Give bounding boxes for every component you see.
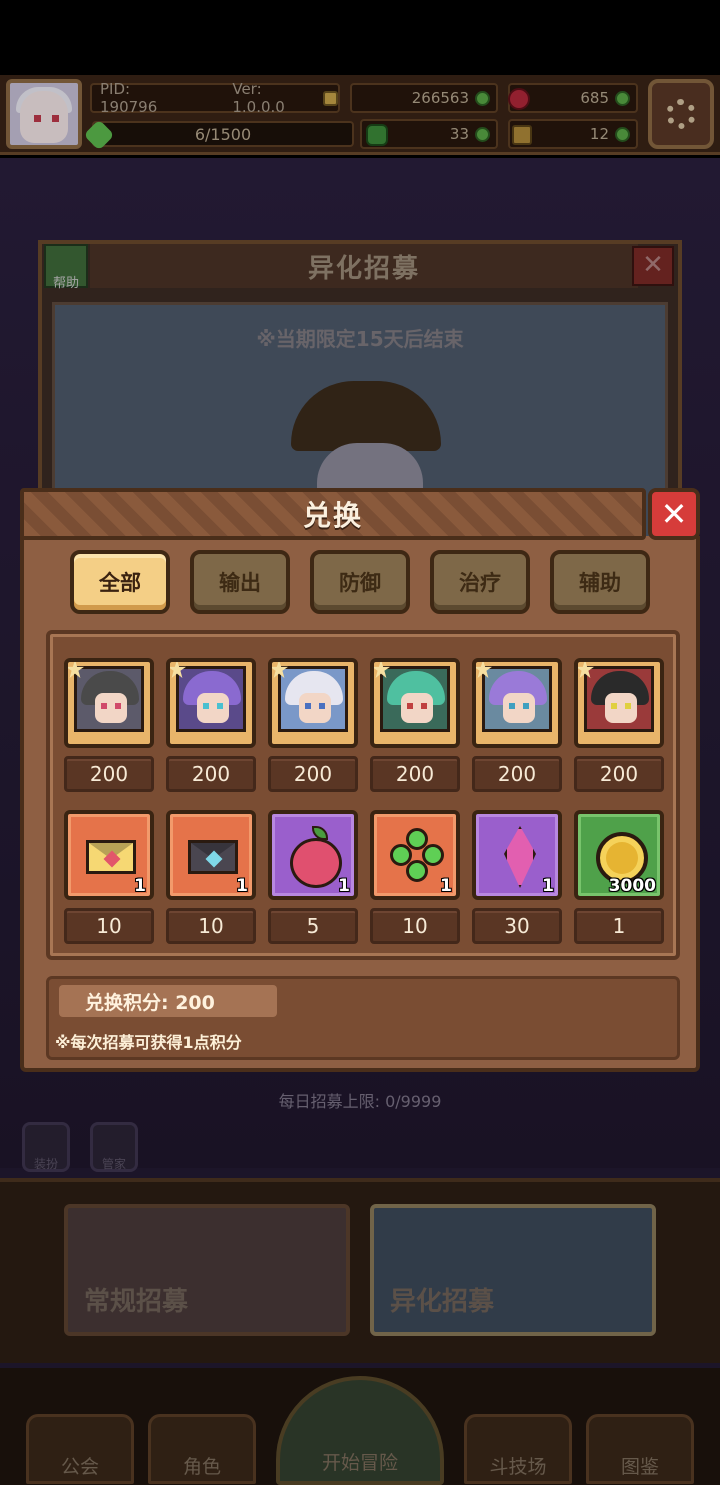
item-price: 30 — [472, 908, 562, 944]
hero-portrait — [380, 666, 450, 732]
hero-price: 200 — [166, 756, 256, 792]
hero-face — [299, 693, 331, 723]
heart-icon — [205, 850, 223, 868]
hero-price: 200 — [574, 756, 664, 792]
close-button[interactable]: ✕ — [648, 488, 700, 540]
hero-eye — [305, 703, 311, 709]
hero-portrait-frame — [166, 658, 256, 748]
hero-face — [503, 693, 535, 723]
hero-eye — [203, 703, 209, 709]
hero-portrait-frame — [64, 658, 154, 748]
hero-portrait-frame — [574, 658, 664, 748]
exchange-body: 全部 输出 防御 治疗 辅助 1 10 1 10 1 5 1 10 1 30 3… — [20, 536, 700, 1072]
item-price: 10 — [370, 908, 460, 944]
item-price: 5 — [268, 908, 358, 944]
hero-portrait — [176, 666, 246, 732]
yellow-envelope-slot: 1 — [64, 810, 154, 900]
exchange-header: 兑换 — [20, 488, 646, 540]
heart-icon — [103, 850, 121, 868]
purple-crystal-icon — [504, 826, 536, 888]
hero-face — [401, 693, 433, 723]
tab-defense[interactable]: 防御 — [310, 550, 410, 614]
item-quantity: 1 — [338, 876, 350, 896]
tab-damage[interactable]: 输出 — [190, 550, 290, 614]
hero-eye — [523, 703, 529, 709]
item-price: 10 — [166, 908, 256, 944]
item-quantity: 3000 — [608, 876, 656, 896]
peach-fruit-slot: 1 — [268, 810, 358, 900]
hero-portrait-frame — [268, 658, 358, 748]
hero-eye — [115, 703, 121, 709]
hero-portrait-frame — [370, 658, 460, 748]
item-price: 1 — [574, 908, 664, 944]
yellow-envelope-icon — [86, 840, 136, 874]
hero-portrait-frame — [472, 658, 562, 748]
hero-eye — [319, 703, 325, 709]
clover-slot: 1 — [370, 810, 460, 900]
close-icon: ✕ — [660, 495, 688, 533]
hero-portrait — [74, 666, 144, 732]
hero-eye — [217, 703, 223, 709]
hero-eye — [101, 703, 107, 709]
exchange-grid: 1 10 1 10 1 5 1 10 1 30 3000 1 200 200 2… — [46, 630, 680, 960]
tab-all[interactable]: 全部 — [70, 550, 170, 614]
hero-face — [197, 693, 229, 723]
hero-price: 200 — [64, 756, 154, 792]
hero-portrait — [278, 666, 348, 732]
hero-eye — [625, 703, 631, 709]
hero-portrait — [584, 666, 654, 732]
gold-coin-slot: 3000 — [574, 810, 664, 900]
clover-leaf — [406, 860, 428, 882]
status-bar — [0, 0, 720, 75]
item-quantity: 1 — [542, 876, 554, 896]
hero-eye — [407, 703, 413, 709]
hero-portrait — [482, 666, 552, 732]
item-price: 10 — [64, 908, 154, 944]
item-quantity: 1 — [236, 876, 248, 896]
tab-support[interactable]: 辅助 — [550, 550, 650, 614]
exchange-title: 兑换 — [302, 499, 363, 532]
item-quantity: 1 — [440, 876, 452, 896]
points-note: ※每次招募可获得1点积分 — [55, 1033, 242, 1052]
hero-eye — [611, 703, 617, 709]
hero-face — [95, 693, 127, 723]
hero-eye — [421, 703, 427, 709]
dark-envelope-icon — [188, 840, 238, 874]
item-quantity: 1 — [134, 876, 146, 896]
clover-leaf — [422, 844, 444, 866]
crystal-slot: 1 — [472, 810, 562, 900]
hero-eye — [509, 703, 515, 709]
hero-price: 200 — [472, 756, 562, 792]
dark-envelope-slot: 1 — [166, 810, 256, 900]
hero-price: 200 — [268, 756, 358, 792]
tab-healing[interactable]: 治疗 — [430, 550, 530, 614]
exchange-points-panel: 兑换积分: 200 ※每次招募可获得1点积分 — [46, 976, 680, 1060]
exchange-points: 兑换积分: 200 — [59, 985, 277, 1017]
filter-tabs: 全部 输出 防御 治疗 辅助 — [70, 550, 660, 614]
hero-price: 200 — [370, 756, 460, 792]
peach-fruit-icon — [290, 838, 342, 888]
hero-face — [605, 693, 637, 723]
exchange-dialog: 全部 输出 防御 治疗 辅助 1 10 1 10 1 5 1 10 1 30 3… — [20, 488, 700, 1072]
